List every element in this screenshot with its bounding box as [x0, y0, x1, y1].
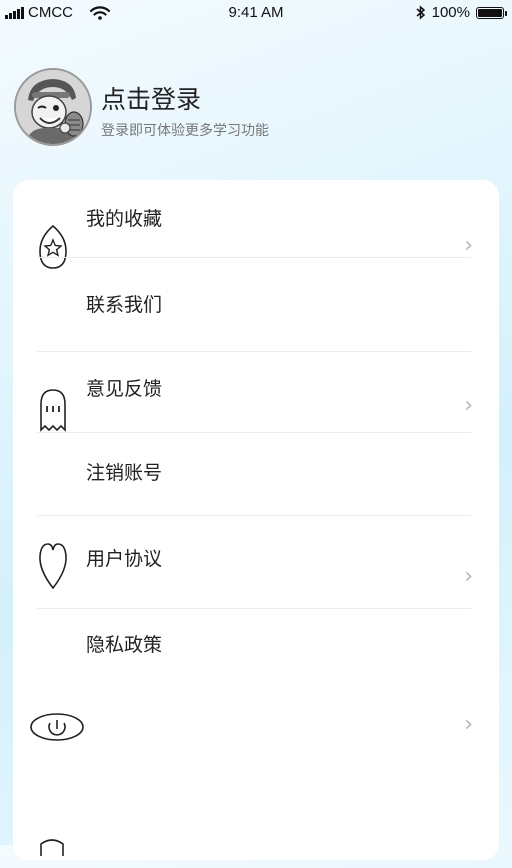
divider	[37, 432, 471, 433]
profile-header[interactable]: 点击登录 登录即可体验更多学习功能	[14, 68, 494, 148]
menu-item-contact[interactable]: 联系我们	[13, 266, 499, 352]
menu-item-label: 用户协议	[86, 548, 163, 570]
battery-fill	[478, 8, 502, 17]
menu-item-privacy-policy[interactable]: 隐私政策	[13, 610, 499, 696]
menu-item-label: 隐私政策	[86, 634, 163, 656]
menu-item-label: 意见反馈	[86, 378, 163, 400]
menu-item-logout[interactable]: ›	[13, 696, 499, 782]
battery-percent: 100%	[431, 4, 470, 21]
menu-item-favorites[interactable]: 我的收藏 ›	[13, 180, 499, 269]
menu-item-user-agreement[interactable]: 用户协议 ›	[13, 524, 499, 610]
divider	[37, 515, 471, 516]
menu-item-label: 联系我们	[86, 294, 163, 316]
star-tag-icon	[39, 224, 67, 269]
menu-card: 我的收藏 › 联系我们 意见反馈 › 注销账号 用户协议 › 隐私政策 ›	[13, 180, 499, 860]
menu-item-feedback[interactable]: 意见反馈 ›	[13, 352, 499, 438]
avatar[interactable]	[14, 68, 92, 146]
bluetooth-icon	[416, 5, 425, 20]
chevron-right-icon: ›	[464, 233, 473, 258]
ghost-icon	[40, 389, 66, 432]
divider	[37, 257, 471, 258]
power-icon	[30, 713, 84, 741]
login-title[interactable]: 点击登录	[101, 80, 201, 116]
chevron-right-icon: ›	[464, 564, 473, 589]
menu-item-delete-account[interactable]: 注销账号	[13, 438, 499, 524]
chevron-right-icon: ›	[464, 393, 473, 418]
battery-icon	[476, 6, 507, 19]
menu-item-label: 我的收藏	[86, 208, 163, 230]
divider	[37, 608, 471, 609]
chevron-right-icon: ›	[464, 712, 473, 737]
heart-icon	[39, 543, 67, 590]
shield-icon	[40, 839, 64, 856]
cartoon-avatar-icon	[16, 70, 90, 144]
menu-item-partial[interactable]	[13, 782, 499, 868]
menu-item-label: 注销账号	[86, 462, 163, 484]
login-subtitle: 登录即可体验更多学习功能	[101, 123, 269, 139]
status-bar: CMCC 9:41 AM 100%	[0, 0, 512, 26]
status-right: 100%	[416, 4, 507, 21]
